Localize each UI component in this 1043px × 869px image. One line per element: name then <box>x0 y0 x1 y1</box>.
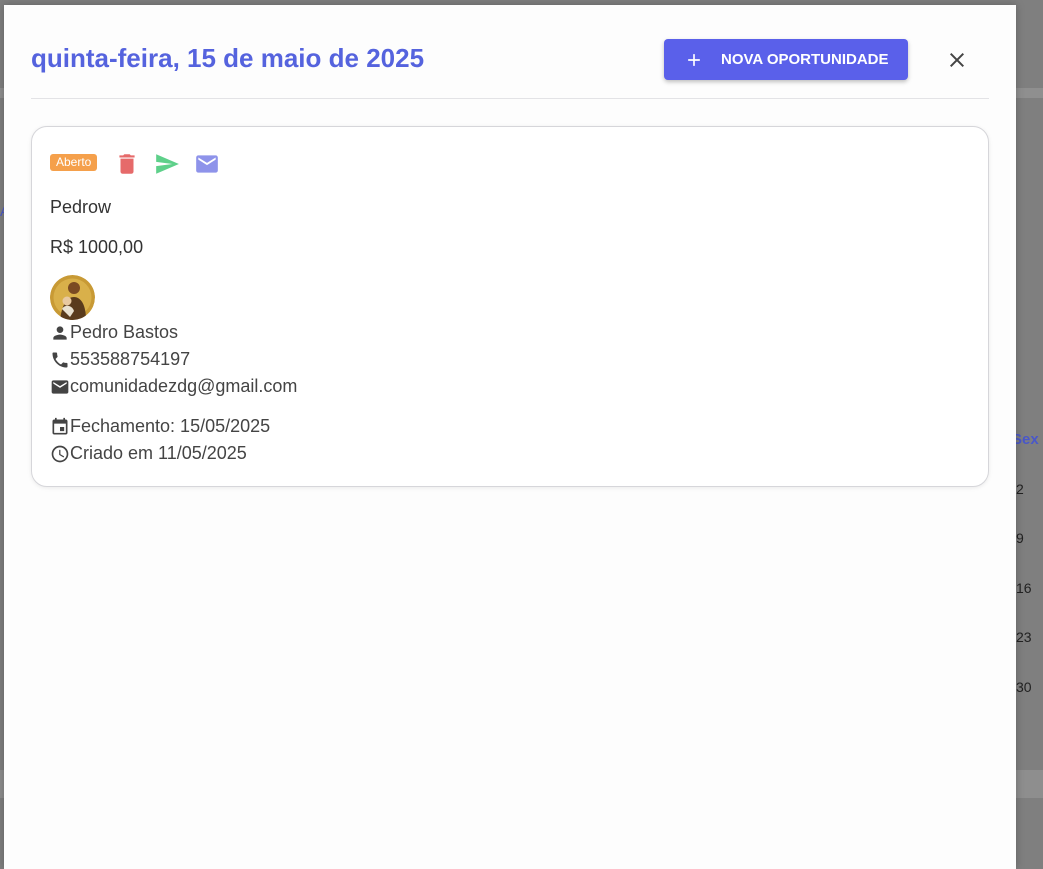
new-opportunity-button[interactable]: NOVA OPORTUNIDADE <box>664 39 908 80</box>
calendar-day: 2 <box>1016 481 1024 497</box>
closing-date: Fechamento: 15/05/2025 <box>70 416 271 436</box>
contact-name: Pedro Bastos <box>70 322 179 342</box>
dialog-header: quinta-feira, 15 de maio de 2025 NOVA OP… <box>31 5 989 99</box>
calendar-icon <box>52 417 68 434</box>
delete-button[interactable] <box>114 151 140 175</box>
created-date: Criado em 11/05/2025 <box>70 443 247 463</box>
phone-icon <box>52 352 68 367</box>
calendar-day: 23 <box>1016 629 1032 645</box>
mail-icon <box>51 379 69 394</box>
day-dialog: quinta-feira, 15 de maio de 2025 NOVA OP… <box>4 5 1016 869</box>
plus-icon <box>688 53 700 66</box>
opportunity-value: R$ 1000,00 <box>50 237 144 257</box>
delete-icon <box>119 154 135 174</box>
close-button[interactable] <box>945 48 969 72</box>
close-icon <box>950 53 964 67</box>
calendar-day: 16 <box>1016 580 1032 596</box>
email-button[interactable] <box>194 151 220 175</box>
email-icon <box>196 155 218 173</box>
opportunity-name: Pedrow <box>50 197 112 217</box>
calendar-day-header: Sex <box>1012 431 1039 448</box>
phone-number: 553588754197 <box>70 349 191 369</box>
clock-icon <box>51 445 69 462</box>
closing-row: Fechamento: 15/05/2025 <box>50 416 270 437</box>
send-icon <box>156 154 179 174</box>
new-opportunity-label: NOVA OPORTUNIDADE <box>721 51 889 68</box>
email-address: comunidadezdg@gmail.com <box>70 376 298 396</box>
person-icon <box>53 325 67 340</box>
calendar-day: 9 <box>1016 530 1024 546</box>
calendar-day: 30 <box>1016 679 1032 695</box>
status-badge: Aberto <box>50 154 98 171</box>
avatar <box>50 275 95 320</box>
email-row: comunidadezdg@gmail.com <box>50 376 297 397</box>
opportunity-card[interactable]: Aberto Pedrow R$ 1000,00 Pedro Bastos 55… <box>31 126 989 487</box>
contact-name-row: Pedro Bastos <box>50 322 178 343</box>
send-button[interactable] <box>153 151 179 175</box>
phone-row: 553588754197 <box>50 349 190 370</box>
created-row: Criado em 11/05/2025 <box>50 443 247 464</box>
dialog-title: quinta-feira, 15 de maio de 2025 <box>31 43 425 73</box>
